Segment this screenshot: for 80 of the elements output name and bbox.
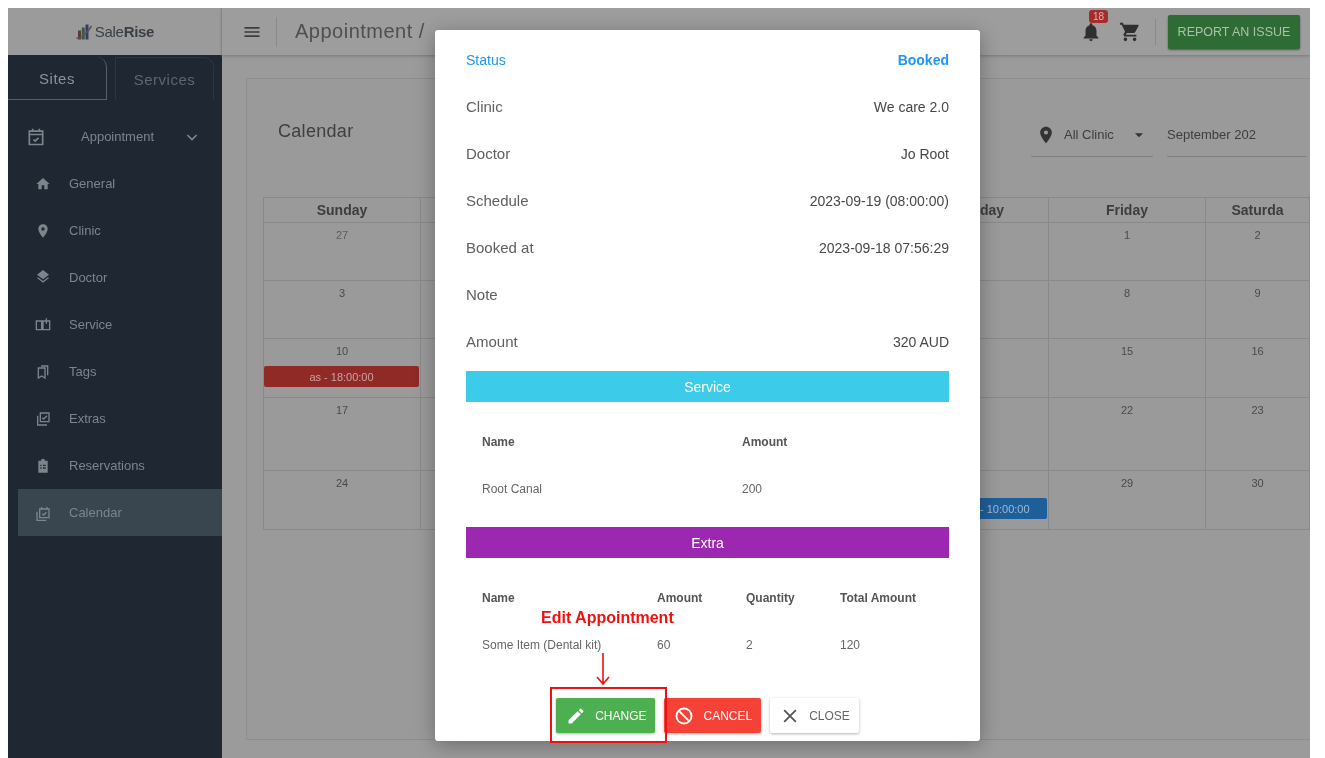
nav-group-label: Appointment (81, 129, 155, 144)
annotation-arrow (595, 652, 611, 686)
calendar-icon (35, 504, 51, 521)
cancel-button[interactable]: CANCEL (664, 698, 762, 733)
day-number: 3 (338, 286, 346, 301)
nav-item[interactable]: Calendar (18, 489, 222, 536)
nav-item[interactable]: Doctor (18, 254, 222, 301)
column-header: Amount (742, 434, 789, 449)
detail-value: Jo Root (900, 145, 949, 162)
calendar-event[interactable]: as - 18:00:00 (264, 366, 419, 387)
detail-label: Clinic (466, 98, 503, 115)
day-number: 29 (1120, 476, 1134, 491)
report-issue-button[interactable]: REPORT AN ISSUE (1168, 14, 1300, 49)
day-number: 10 (335, 344, 349, 359)
clipboard-icon (35, 457, 51, 474)
table-cell-text: 2 (746, 637, 754, 652)
column-header: Name (482, 434, 516, 449)
day-number: 22 (1120, 403, 1134, 418)
close-button[interactable]: CLOSE (770, 698, 859, 733)
day-header: Saturda (1206, 198, 1310, 223)
detail-value: 320 AUD (892, 333, 949, 350)
prohibited-icon (674, 705, 695, 726)
sidebar-tab[interactable]: Services (115, 57, 214, 100)
table-cell-text: Root Canal (482, 481, 544, 496)
day-number: 30 (1251, 476, 1264, 491)
day-number: 1 (1123, 228, 1131, 243)
nav-group[interactable]: Appointment (8, 113, 222, 160)
nav-item[interactable]: Service (18, 301, 222, 348)
logo-text: SaleRise (94, 23, 155, 40)
day-number: 15 (1120, 344, 1134, 359)
annotation-label: Edit Appointment (541, 609, 674, 627)
table-cell-text: 60 (657, 637, 672, 652)
logo-bars-icon (74, 22, 93, 41)
calendar-check-icon (26, 126, 46, 147)
clinic-select[interactable]: All Clinic (1031, 113, 1153, 157)
location-pin-icon (35, 222, 51, 239)
nav-item[interactable]: Reservations (18, 442, 222, 489)
detail-label: Schedule (466, 192, 529, 209)
table-cell-text: Some Item (Dental kit) (482, 637, 603, 652)
detail-label: Amount (466, 333, 518, 350)
detail-label: Doctor (466, 145, 511, 162)
day-number: 2 (1254, 228, 1261, 243)
day-number: 17 (335, 403, 349, 418)
sidebar-tab[interactable]: Sites (8, 57, 107, 100)
detail-value: We care 2.0 (873, 98, 949, 115)
table-cell-text: 120 (840, 637, 862, 652)
detail-label: Note (466, 286, 498, 303)
nav-item[interactable]: General (18, 160, 222, 207)
bookmarks-icon (35, 363, 51, 380)
change-button[interactable]: CHANGE (556, 698, 656, 733)
section-header: Extra (466, 527, 949, 558)
column-header: Name (482, 590, 516, 605)
nav-item[interactable]: Extras (18, 395, 222, 442)
day-number: 23 (1251, 403, 1264, 418)
day-number: 24 (335, 476, 349, 491)
day-number: 9 (1254, 286, 1261, 301)
table-cell-text: 200 (742, 481, 764, 496)
book-icon (35, 316, 51, 333)
notification-badge: 18 (1089, 9, 1109, 23)
section-header: Service (466, 371, 949, 402)
detail-label: Status (466, 51, 506, 68)
day-header: Sunday (264, 198, 421, 223)
checklist-icon (35, 410, 51, 427)
nav-item[interactable]: Tags (18, 348, 222, 395)
column-header: Amount (657, 590, 704, 605)
detail-value: 2023-09-18 07:56:29 (819, 239, 949, 256)
nav-item[interactable]: Clinic (18, 207, 222, 254)
column-header: Total Amount (840, 590, 917, 605)
month-select[interactable]: September 202 (1167, 113, 1307, 157)
day-number: 8 (1123, 286, 1131, 301)
day-header: Friday (1049, 198, 1206, 223)
page-title: Calendar (278, 120, 355, 143)
breadcrumb: Appointment / (295, 20, 425, 43)
day-number: 27 (335, 228, 349, 243)
detail-label: Booked at (466, 239, 534, 256)
column-header: Quantity (746, 590, 796, 605)
home-icon (35, 175, 51, 192)
status-value: Booked (897, 51, 949, 68)
cart-icon (1119, 20, 1141, 43)
day-number: 16 (1251, 344, 1264, 359)
